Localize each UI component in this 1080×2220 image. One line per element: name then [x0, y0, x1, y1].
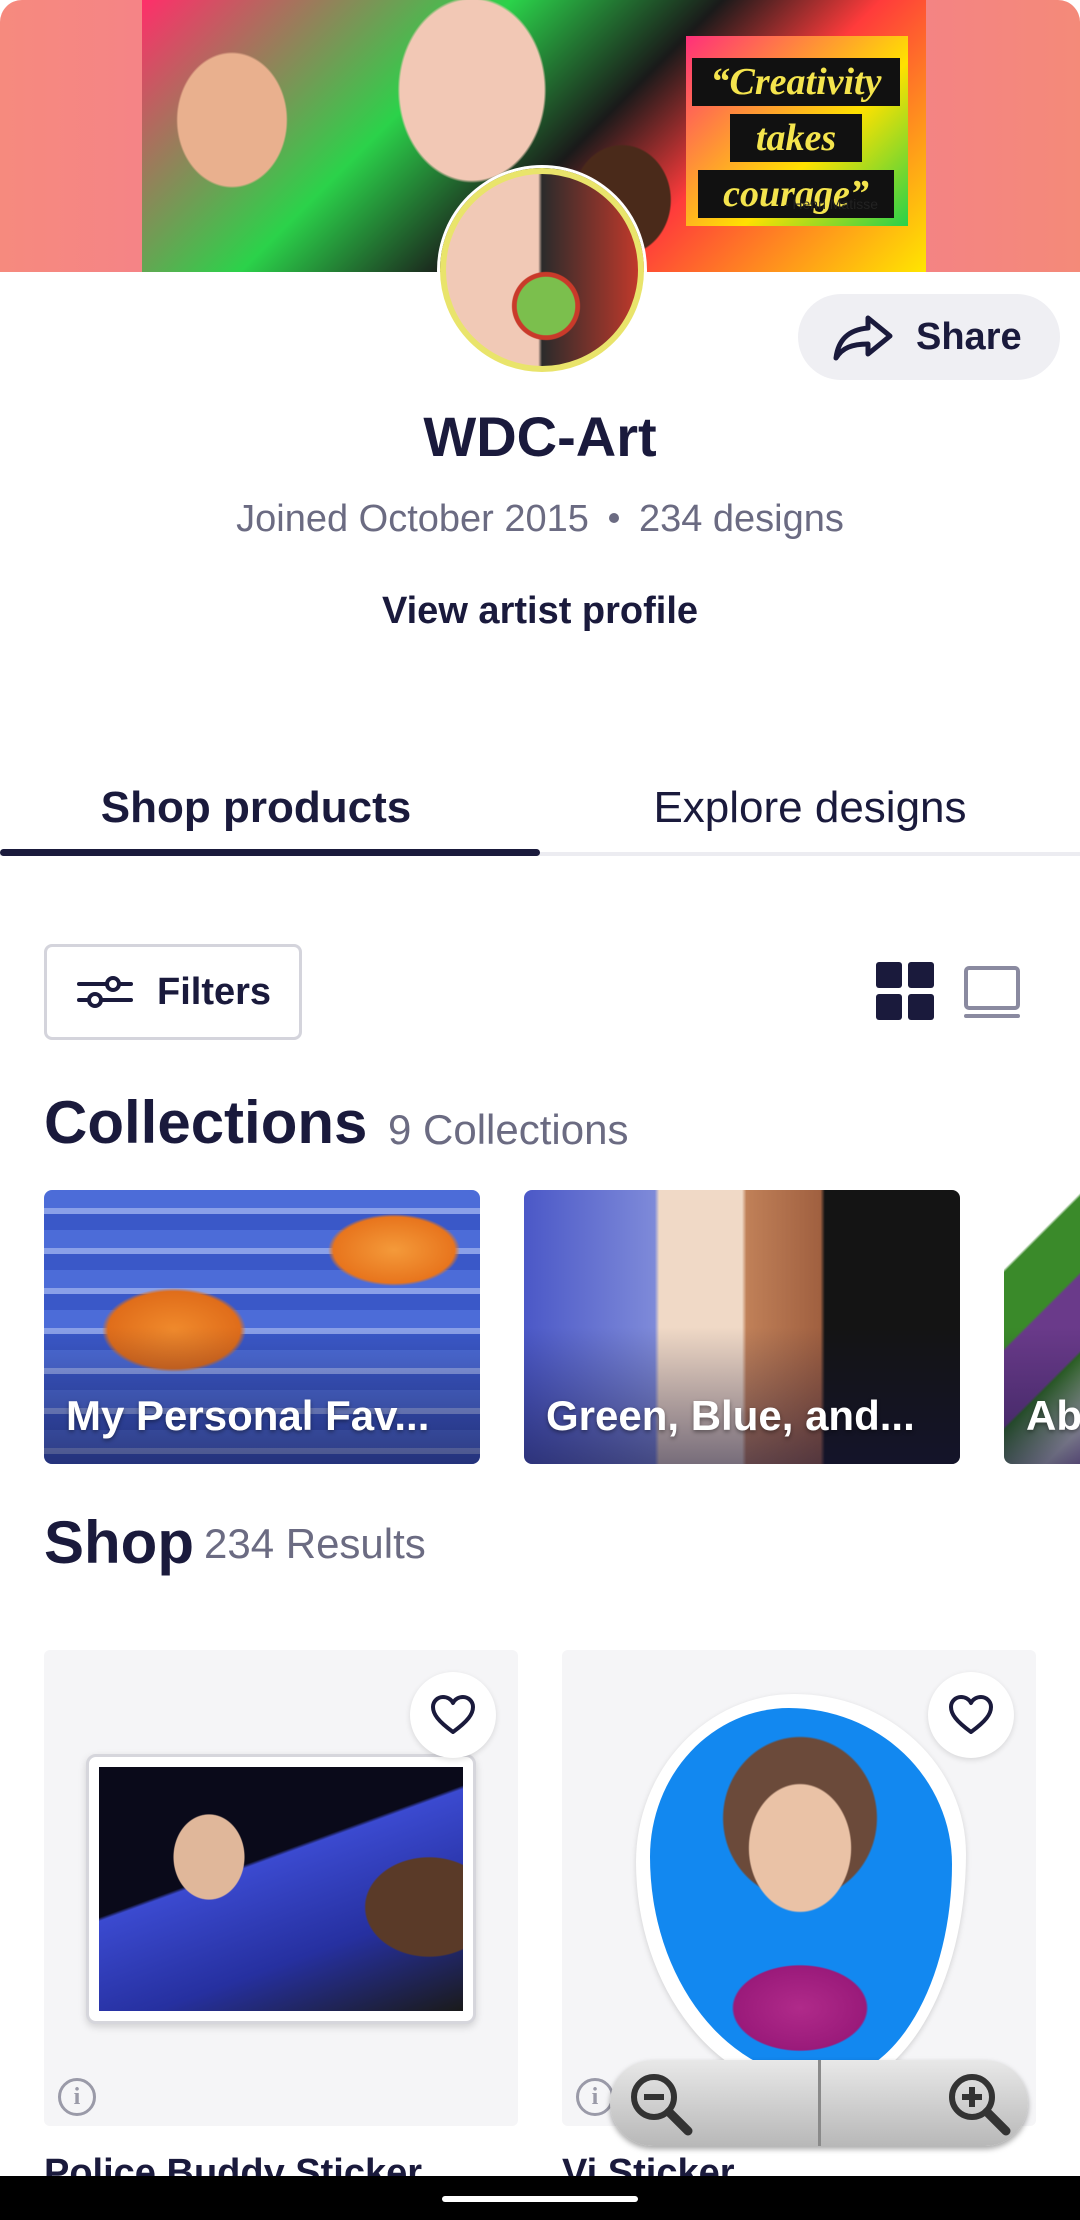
- sliders-icon: [77, 976, 133, 1008]
- quote-panel: “Creativity takes courage” - Henri Matis…: [686, 36, 908, 226]
- zoom-out-icon: [631, 2074, 693, 2136]
- product-artwork: [650, 1708, 952, 2080]
- view-artist-profile-link[interactable]: View artist profile: [0, 590, 1080, 633]
- artist-name: WDC-Art: [423, 405, 657, 468]
- single-view-icon[interactable]: [962, 964, 1022, 1022]
- collection-label: Green, Blue, and...: [546, 1392, 915, 1439]
- zoom-in-icon: [949, 2074, 1011, 2136]
- tab-bar: Shop products Explore designs: [0, 760, 1080, 856]
- filters-label: Filters: [157, 970, 272, 1013]
- product-artwork: [99, 1767, 463, 2011]
- share-button[interactable]: Share: [798, 294, 1060, 380]
- quote-author: - Henri Matisse: [783, 196, 878, 212]
- collection-label: My Personal Fav...: [66, 1392, 430, 1439]
- quote-line-2: takes: [730, 114, 862, 162]
- favorite-button[interactable]: [410, 1672, 496, 1758]
- product-card[interactable]: i: [44, 1650, 518, 2126]
- collections-title: Collections: [44, 1089, 368, 1156]
- info-icon[interactable]: i: [58, 2078, 96, 2116]
- zoom-in-button[interactable]: [821, 2060, 1029, 2146]
- active-tab-indicator: [0, 849, 540, 856]
- collection-label: Ab: [1026, 1392, 1080, 1439]
- shop-results-count: 234 Results: [204, 1520, 426, 1567]
- collections-count: 9 Collections: [388, 1106, 629, 1153]
- heart-icon: [431, 1695, 475, 1734]
- tab-shop-products[interactable]: Shop products: [0, 760, 540, 856]
- artist-meta: Joined October 2015 234 designs: [0, 498, 1080, 541]
- home-indicator[interactable]: [442, 2196, 638, 2202]
- grid-view-icon[interactable]: [876, 962, 934, 1020]
- shop-title: Shop: [44, 1509, 194, 1576]
- product-image: [636, 1694, 966, 2094]
- collection-card[interactable]: My Personal Fav...: [44, 1190, 480, 1464]
- designs-count: 234 designs: [638, 498, 844, 540]
- collection-card[interactable]: Green, Blue, and...: [524, 1190, 960, 1464]
- share-label: Share: [916, 315, 1022, 358]
- collection-card[interactable]: Ab: [1004, 1190, 1080, 1464]
- heart-icon: [949, 1695, 993, 1734]
- artist-avatar[interactable]: [440, 168, 644, 372]
- joined-date: Joined October 2015: [236, 498, 589, 540]
- separator-dot: [608, 512, 619, 523]
- product-image: [86, 1754, 476, 2024]
- zoom-control: [610, 2060, 1028, 2146]
- info-icon[interactable]: i: [576, 2078, 614, 2116]
- product-card[interactable]: i: [562, 1650, 1036, 2126]
- filters-button[interactable]: Filters: [44, 944, 302, 1040]
- tab-explore-designs[interactable]: Explore designs: [540, 760, 1080, 856]
- quote-line-1: “Creativity: [692, 58, 900, 106]
- zoom-out-button[interactable]: [610, 2060, 818, 2146]
- share-icon: [833, 315, 893, 361]
- favorite-button[interactable]: [928, 1672, 1014, 1758]
